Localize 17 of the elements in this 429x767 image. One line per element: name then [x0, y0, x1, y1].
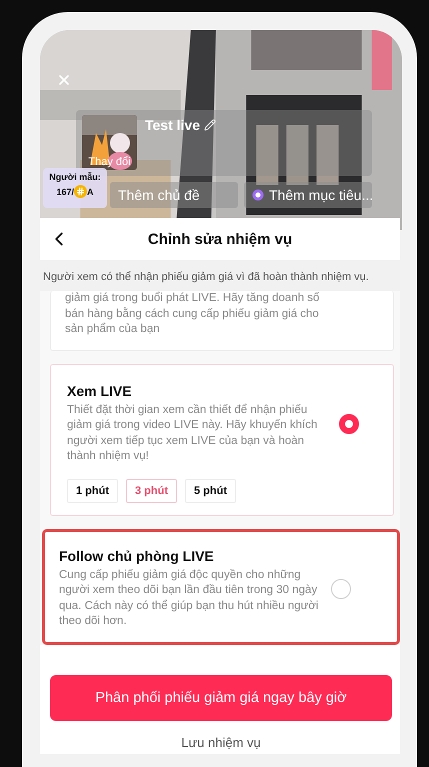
task-title: Follow chủ phòng LIVE: [59, 548, 215, 564]
duration-option[interactable]: 3 phút: [126, 478, 177, 502]
radio-button[interactable]: [331, 578, 351, 598]
task-card[interactable]: Follow chủ phòng LIVE Cung cấp phiếu giảm giá độc quyền cho những người xem theo dõi bạn lần đầu tiên trong 30 ngày qua. Cách này có thể giúp bạn thu hút nhiều người theo dõi hơn.: [42, 528, 400, 644]
task-card[interactable]: giảm giá trong buổi phát LIVE. Hãy tăng doanh số bán hàng bằng cách cung cấp phiếu giảm giá cho sản phẩm của bạn: [50, 291, 394, 350]
task-description: giảm giá trong buổi phát LIVE. Hãy tăng doanh số bán hàng bằng cách cung cấp phiếu giảm giá cho sản phẩm của bạn: [65, 291, 320, 337]
task-description: Thiết đặt thời gian xem cần thiết để nhận phiếu giảm giá trong video LIVE này. Hãy khuyến khích người xem tiếp tục xem LIVE của bạn và hoàn thành nhiệm vụ!: [67, 402, 318, 464]
radio-button[interactable]: [339, 414, 359, 434]
sheet-description: Người xem có thể nhận phiếu giảm giá vì đã hoàn thành nhiệm vụ.: [40, 260, 400, 291]
task-title: Xem LIVE: [67, 382, 133, 398]
duration-option[interactable]: 5 phút: [185, 478, 236, 502]
task-description: Cung cấp phiếu giảm giá độc quyền cho những người xem theo dõi bạn lần đầu tiên trong 30 ngày qua. Cách này có thể giúp bạn thu hút nhiều người theo dõi hơn.: [59, 568, 320, 629]
sheet-title: Chỉnh sửa nhiệm vụ: [148, 230, 292, 248]
duration-option[interactable]: 1 phút: [67, 478, 118, 502]
save-task-button[interactable]: Lưu nhiệm vụ: [181, 734, 261, 750]
task-card[interactable]: Xem LIVE Thiết đặt thời gian xem cần thiết để nhận phiếu giảm giá trong video LIVE này. Hãy khuyến khích người xem tiếp tục xem LIVE của bạn và hoàn thành nhiệm vụ! 1 phút 3 phút 5 phút: [50, 364, 394, 516]
distribute-button[interactable]: Phân phối phiếu giảm giá ngay bây giờ: [50, 674, 392, 720]
